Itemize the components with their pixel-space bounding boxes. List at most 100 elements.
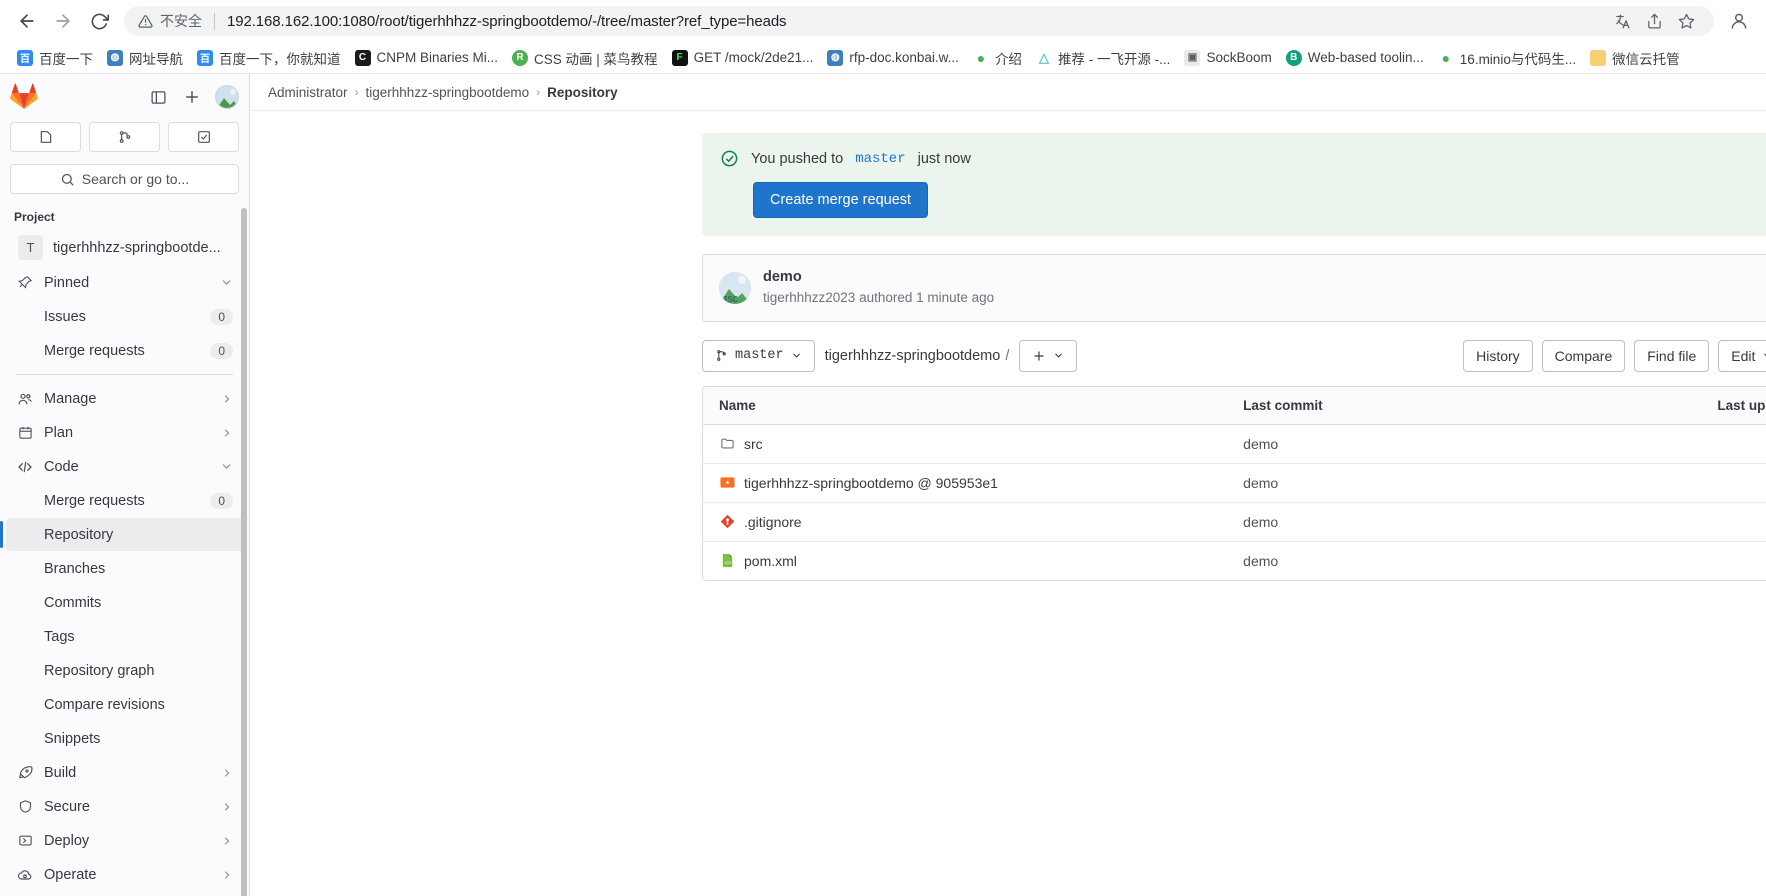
bookmark-item[interactable]: ●介绍 xyxy=(966,45,1029,71)
bookmark-label: 百度一下 xyxy=(39,48,93,68)
sidebar-item-build[interactable]: Build xyxy=(6,756,243,789)
add-to-repo-button[interactable] xyxy=(1019,340,1077,372)
bookmark-item[interactable]: 百百度一下 xyxy=(10,45,100,71)
issues-count-badge: 0 xyxy=(210,309,233,325)
sidebar-nav: Project T tigerhhhzz-springbootde... Pin… xyxy=(0,200,249,896)
reload-button[interactable] xyxy=(82,4,116,38)
sidebar-item-branches[interactable]: Branches xyxy=(6,552,243,585)
avatar[interactable] xyxy=(215,85,239,109)
back-button[interactable] xyxy=(10,4,44,38)
sidebar-item-label: Compare revisions xyxy=(44,697,233,713)
column-header-last-update: Last update xyxy=(1701,387,1766,425)
bookmark-item[interactable]: 百百度一下，你就知道 xyxy=(190,45,348,71)
search-input[interactable]: Search or go to... xyxy=(10,164,239,194)
bookmark-item[interactable]: CCNPM Binaries Mi... xyxy=(348,47,506,69)
alert-branch-name[interactable]: master xyxy=(855,151,905,167)
svg-text:<>: <> xyxy=(724,560,731,567)
bookmark-item[interactable]: FGET /mock/2de21... xyxy=(665,47,821,69)
sidebar-item-code[interactable]: Code xyxy=(6,450,243,483)
sidebar-item-compare-revisions[interactable]: Compare revisions xyxy=(6,688,243,721)
gitlab-logo-icon[interactable] xyxy=(10,83,38,111)
branch-icon xyxy=(715,349,728,362)
svg-text:JSC: JSC xyxy=(722,295,739,304)
bookmark-label: 16.minio与代码生... xyxy=(1460,48,1576,68)
address-bar[interactable]: 不安全 192.168.162.100:1080/root/tigerhhhzz… xyxy=(124,6,1714,36)
table-row[interactable]: tigerhhhzz-springbootdemo @ 905953e1 dem… xyxy=(703,463,1766,502)
chevron-right-icon xyxy=(221,869,233,881)
breadcrumb-owner[interactable]: Administrator xyxy=(268,85,348,100)
edit-button[interactable]: Edit xyxy=(1718,340,1766,372)
avatar[interactable]: JSC xyxy=(719,272,751,304)
sidebar-item-merge-requests[interactable]: Merge requests 0 xyxy=(6,484,243,517)
commit-message[interactable]: demo xyxy=(763,268,1762,288)
not-secure-icon xyxy=(138,14,153,29)
sidebar-item-secure[interactable]: Secure xyxy=(6,790,243,823)
bookmark-item[interactable]: BWeb-based toolin... xyxy=(1279,47,1431,69)
sidebar-item-pinned[interactable]: Pinned xyxy=(6,266,243,299)
last-commit-cell: demo xyxy=(1227,463,1701,502)
sidebar-item-label: Tags xyxy=(44,629,233,645)
find-file-button[interactable]: Find file xyxy=(1634,340,1709,372)
compare-button[interactable]: Compare xyxy=(1542,340,1626,372)
bookmark-item[interactable]: △ 推荐 - 一飞开源 -... xyxy=(1029,45,1178,71)
xml-file-icon: <> xyxy=(719,553,735,569)
table-row[interactable]: <> pom.xml demo 1 minute ago xyxy=(703,541,1766,580)
bookmark-item[interactable]: 微信云托管 xyxy=(1583,45,1687,71)
sidebar-item-operate[interactable]: Operate xyxy=(6,858,243,891)
bookmark-item[interactable]: ◍网址导航 xyxy=(100,45,190,71)
bookmark-item[interactable]: RCSS 动画 | 菜鸟教程 xyxy=(505,45,665,71)
profile-avatar-button[interactable] xyxy=(1722,4,1756,38)
table-row[interactable]: .gitignore demo 1 minute ago xyxy=(703,502,1766,541)
translate-icon[interactable] xyxy=(1608,7,1636,35)
merge-request-icon[interactable] xyxy=(89,122,160,152)
chevron-down-icon xyxy=(791,350,802,361)
forward-button[interactable] xyxy=(46,4,80,38)
sidebar-item-commits[interactable]: Commits xyxy=(6,586,243,619)
pin-icon xyxy=(16,275,34,290)
bookmark-label: 介绍 xyxy=(995,48,1022,68)
url-text: 192.168.162.100:1080/root/tigerhhhzz-spr… xyxy=(227,13,786,30)
file-name[interactable]: pom.xml xyxy=(744,553,797,569)
collapse-sidebar-icon[interactable] xyxy=(143,82,173,112)
sidebar-item-tags[interactable]: Tags xyxy=(6,620,243,653)
project-initial-badge: T xyxy=(18,235,43,260)
file-name[interactable]: .gitignore xyxy=(744,514,802,530)
edit-label: Edit xyxy=(1731,348,1755,364)
sidebar-item-deploy[interactable]: Deploy xyxy=(6,824,243,857)
sidebar-item-repository-graph[interactable]: Repository graph xyxy=(6,654,243,687)
create-merge-request-button[interactable]: Create merge request xyxy=(753,182,928,218)
rocket-icon xyxy=(16,765,34,781)
triangle-icon: △ xyxy=(1036,50,1052,66)
repository-toolbar: master tigerhhhzz-springbootdemo/ Histor… xyxy=(702,340,1766,372)
browser-chrome: 不安全 192.168.162.100:1080/root/tigerhhhzz… xyxy=(0,0,1766,74)
bookmark-star-icon[interactable] xyxy=(1672,7,1700,35)
branch-selector[interactable]: master xyxy=(702,340,815,372)
table-row[interactable]: src demo 1 minute ago xyxy=(703,424,1766,463)
file-name[interactable]: src xyxy=(744,436,763,452)
sidebar-divider xyxy=(16,374,233,375)
sidebar-item-plan[interactable]: Plan xyxy=(6,416,243,449)
history-button[interactable]: History xyxy=(1463,340,1533,372)
sidebar-item-project[interactable]: T tigerhhhzz-springbootde... xyxy=(6,230,243,265)
sidebar-item-issues[interactable]: Issues 0 xyxy=(6,300,243,333)
share-icon[interactable] xyxy=(1640,7,1668,35)
browser-nav-bar: 不安全 192.168.162.100:1080/root/tigerhhhzz… xyxy=(0,0,1766,42)
bookmark-item[interactable]: ●16.minio与代码生... xyxy=(1431,45,1583,71)
file-name[interactable]: tigerhhhzz-springbootdemo @ 905953e1 xyxy=(744,475,998,491)
sidebar-scrollbar-thumb[interactable] xyxy=(241,208,247,896)
sidebar-item-manage[interactable]: Manage xyxy=(6,382,243,415)
todos-tab[interactable] xyxy=(168,122,239,152)
sidebar-item-merge-requests-pinned[interactable]: Merge requests 0 xyxy=(6,334,243,367)
sidebar-item-repository[interactable]: Repository xyxy=(6,518,243,551)
sidebar-item-label: Repository xyxy=(44,527,233,543)
cloud-gear-icon xyxy=(16,867,34,883)
bookmark-label: 推荐 - 一飞开源 -... xyxy=(1058,48,1171,68)
breadcrumb-project[interactable]: tigerhhhzz-springbootdemo xyxy=(366,85,530,100)
bookmark-label: 百度一下，你就知道 xyxy=(219,48,341,68)
bookmark-item[interactable]: ▣SockBoom xyxy=(1177,47,1278,69)
issues-tab[interactable] xyxy=(10,122,81,152)
sidebar-item-snippets[interactable]: Snippets xyxy=(6,722,243,755)
create-new-icon[interactable] xyxy=(177,82,207,112)
bookmark-item[interactable]: ◍rfp-doc.konbai.w... xyxy=(820,47,966,69)
bookmark-label: CNPM Binaries Mi... xyxy=(377,50,499,65)
